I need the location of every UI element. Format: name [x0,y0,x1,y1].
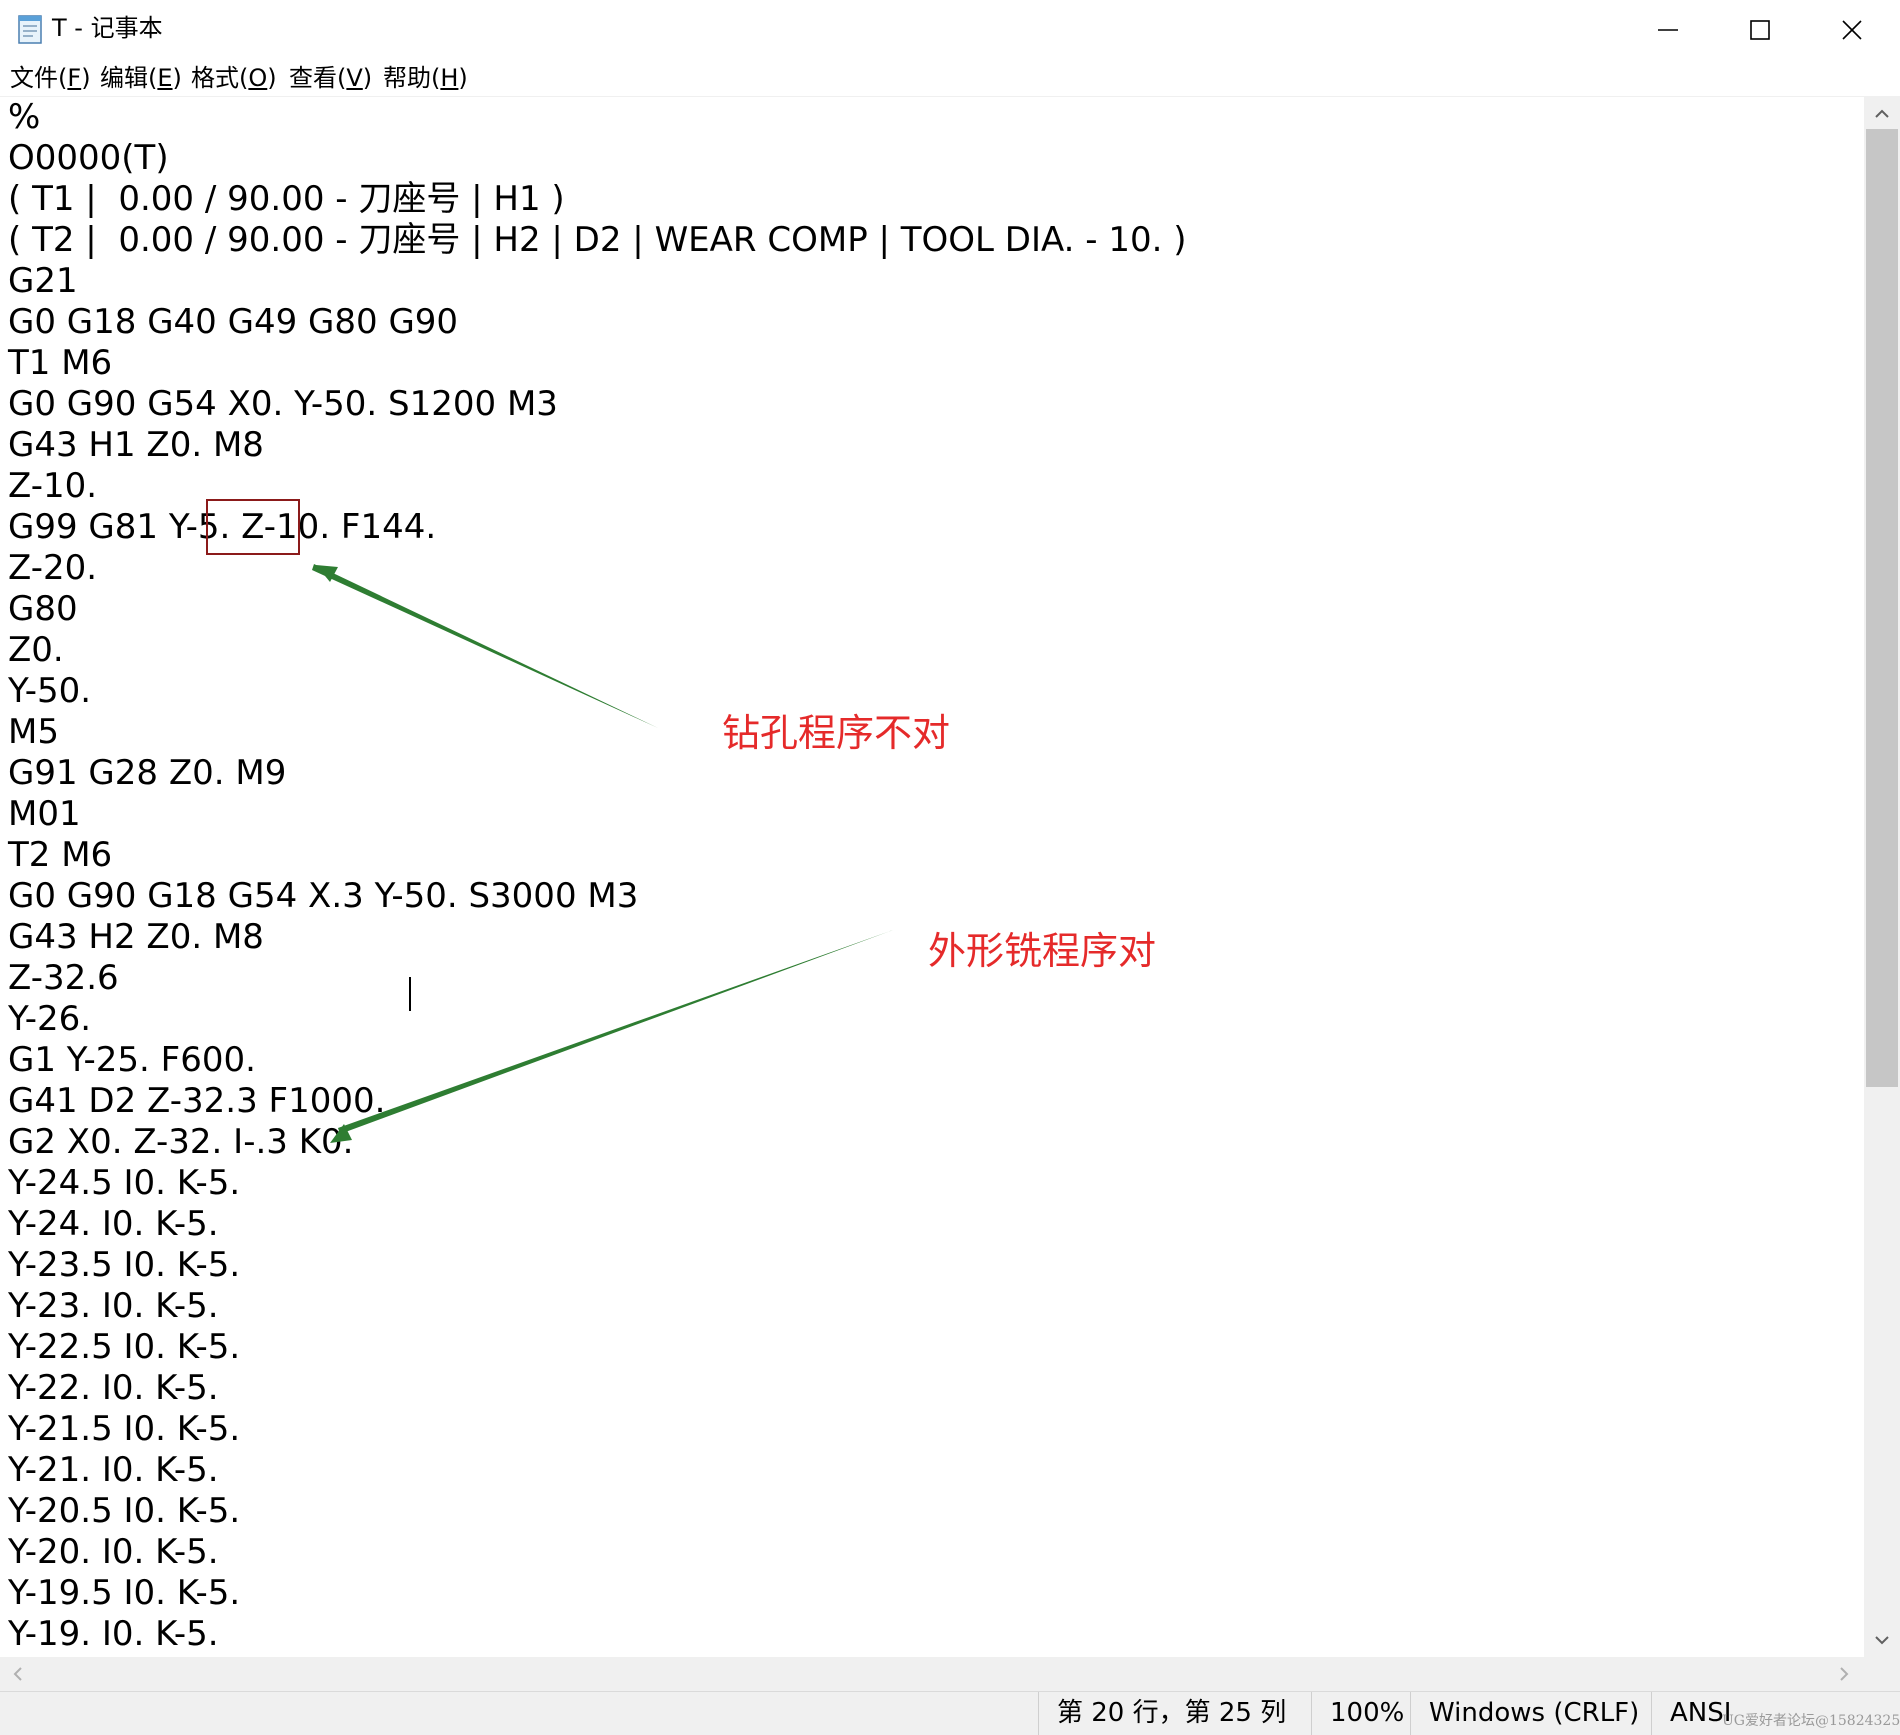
text-editor[interactable]: % O0000(T)( T1 | 0.00 / 90.00 - 刀座号 | H1 … [0,97,1864,1657]
code-line: Z-10. [8,466,98,506]
text-caret [409,977,411,1011]
code-line: G41 D2 Z-32.3 F1000. [8,1081,386,1121]
menu-file[interactable]: 文件(F) [10,62,91,94]
vertical-scroll-thumb[interactable] [1866,129,1898,1087]
status-bar: 第 20 行，第 25 列 100% Windows (CRLF) ANSI [0,1691,1900,1735]
code-line: G99 G81 Y-5. Z-10. F144. [8,507,437,547]
code-lines: % O0000(T)( T1 | 0.00 / 90.00 - 刀座号 | H1 … [8,97,1187,1655]
menu-view[interactable]: 查看(V) [289,62,372,94]
code-line: G1 Y-25. F600. [8,1040,256,1080]
highlight-box-z-10 [206,499,300,555]
title-bar[interactable]: T - 记事本 [0,0,1900,60]
window-title: T - 记事本 [52,14,163,42]
scrollbar-corner [1864,1657,1900,1691]
code-line: G2 X0. Z-32. I-.3 K0. [8,1122,354,1162]
code-line: Y-20.5 I0. K-5. [8,1491,241,1531]
scroll-right-icon[interactable] [1834,1664,1854,1684]
menu-bar: 文件(F) 编辑(E) 格式(O) 查看(V) 帮助(H) [0,60,1900,97]
close-button[interactable] [1806,0,1898,60]
notepad-icon [16,12,46,46]
code-line: Y-21. I0. K-5. [8,1450,219,1490]
code-line: % [8,97,41,137]
code-line: Y-19. I0. K-5. [8,1614,219,1654]
code-line: G80 [8,589,78,629]
code-line: Y-19.5 I0. K-5. [8,1573,241,1613]
code-line: Z0. [8,630,64,670]
menu-format[interactable]: 格式(O) [191,62,277,94]
code-line: Y-22.5 I0. K-5. [8,1327,241,1367]
code-line: G0 G18 G40 G49 G80 G90 [8,302,459,342]
watermark: UG爱好者论坛@158243256 [1722,1713,1900,1729]
minimize-button[interactable] [1622,0,1714,60]
code-line: ( T1 | 0.00 / 90.00 - 刀座号 | H1 ) [8,179,565,219]
scroll-down-icon[interactable] [1872,1630,1892,1650]
code-line: Y-23.5 I0. K-5. [8,1245,241,1285]
menu-help[interactable]: 帮助(H) [383,62,468,94]
code-line: ( T2 | 0.00 / 90.00 - 刀座号 | H2 | D2 | WE… [8,220,1187,260]
code-line: Y-20. I0. K-5. [8,1532,219,1572]
menu-edit[interactable]: 编辑(E) [100,62,182,94]
annotation-contour-note: 外形铣程序对 [928,929,1157,973]
code-line: M5 [8,712,59,752]
code-line: Y-22. I0. K-5. [8,1368,219,1408]
code-line: G0 G90 G18 G54 X.3 Y-50. S3000 M3 [8,876,639,916]
notepad-window: T - 记事本 文件(F) 编辑(E) 格式(O) 查看(V) 帮助(H) % O… [0,0,1900,1735]
close-icon [1842,20,1862,40]
maximize-button[interactable] [1714,0,1806,60]
status-line-ending: Windows (CRLF) [1410,1692,1639,1735]
annotation-drill-note: 钻孔程序不对 [722,711,951,755]
code-line: Y-23. I0. K-5. [8,1286,219,1326]
status-zoom: 100% [1311,1692,1404,1735]
code-line: Y-24.5 I0. K-5. [8,1163,241,1203]
code-line: Z-20. [8,548,98,588]
code-line: G0 G90 G54 X0. Y-50. S1200 M3 [8,384,558,424]
code-line: T2 M6 [8,835,113,875]
scroll-up-icon[interactable] [1872,104,1892,124]
status-cursor-position: 第 20 行，第 25 列 [1038,1692,1286,1735]
code-line: Y-21.5 I0. K-5. [8,1409,241,1449]
minimize-icon [1658,29,1678,31]
code-line: G91 G28 Z0. M9 [8,753,287,793]
status-encoding: ANSI [1651,1692,1731,1735]
scroll-left-icon[interactable] [8,1664,28,1684]
code-line: T1 M6 [8,343,113,383]
code-line: Y-24. I0. K-5. [8,1204,219,1244]
code-line: Y-50. [8,671,92,711]
code-line: G43 H1 Z0. M8 [8,425,264,465]
code-line: Y-26. [8,999,92,1039]
vertical-scrollbar[interactable] [1864,97,1900,1657]
maximize-icon [1750,20,1770,40]
code-line: O0000(T) [8,138,169,178]
code-line: G21 [8,261,78,301]
horizontal-scrollbar[interactable] [0,1657,1864,1691]
code-line: M01 [8,794,81,834]
